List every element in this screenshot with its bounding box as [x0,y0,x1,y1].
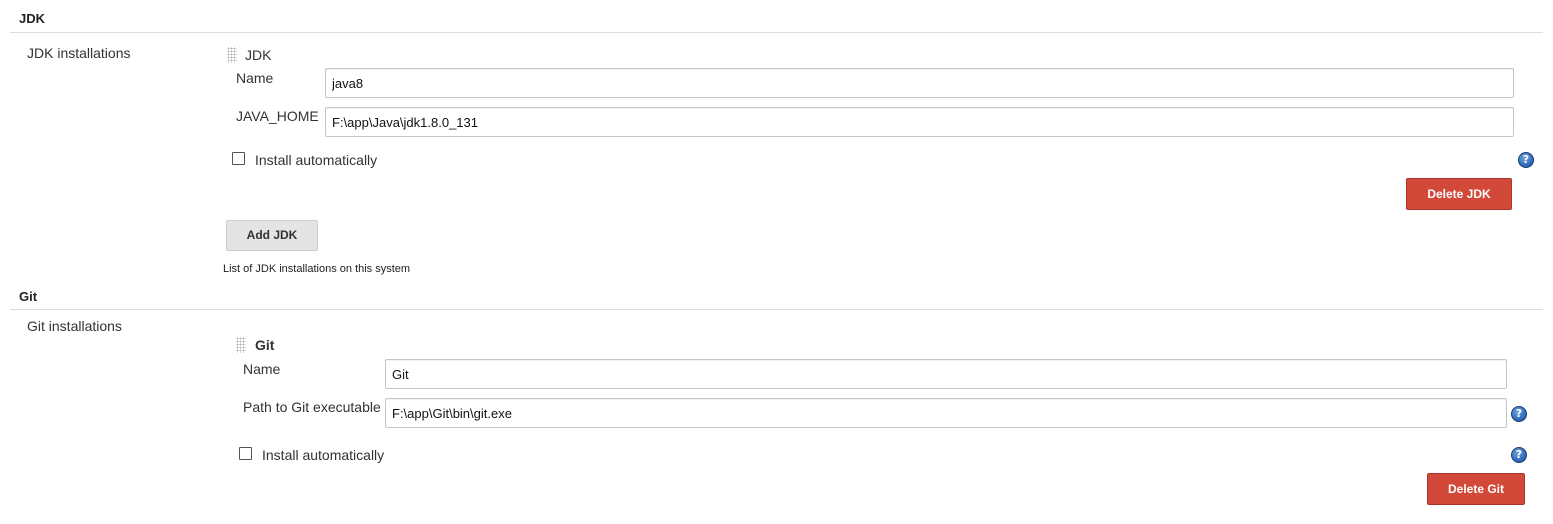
git-name-input[interactable] [385,359,1507,389]
jdk-name-input[interactable] [325,68,1514,98]
add-jdk-button[interactable]: Add JDK [226,220,318,251]
delete-jdk-button[interactable]: Delete JDK [1406,178,1512,210]
java-home-input[interactable] [325,107,1514,137]
git-path-input[interactable] [385,398,1507,428]
jdk-item-header: JDK [245,47,272,63]
jdk-installations-label: JDK installations [27,45,131,61]
delete-git-button[interactable]: Delete Git [1427,473,1525,505]
jdk-install-automatically-label: Install automatically [255,152,378,168]
git-section-divider [10,309,1543,310]
git-install-automatically-checkbox[interactable] [239,447,252,460]
help-icon[interactable]: ? [1518,152,1534,168]
help-icon[interactable]: ? [1511,447,1527,463]
drag-handle-icon[interactable] [236,337,246,353]
java-home-label: JAVA_HOME [236,108,319,124]
git-path-label: Path to Git executable [243,399,381,415]
git-install-automatically-label: Install automatically [262,447,385,463]
drag-handle-icon[interactable] [227,47,237,63]
git-name-label: Name [243,361,281,377]
help-icon[interactable]: ? [1511,406,1527,422]
git-section-title: Git [19,289,38,304]
git-item-header: Git [255,337,275,353]
jdk-description: List of JDK installations on this system [223,263,411,275]
git-installations-label: Git installations [27,318,122,334]
jdk-install-automatically-checkbox[interactable] [232,152,245,165]
jdk-section-title: JDK [19,11,46,26]
jdk-name-label: Name [236,70,274,86]
jdk-section-divider [10,32,1543,33]
